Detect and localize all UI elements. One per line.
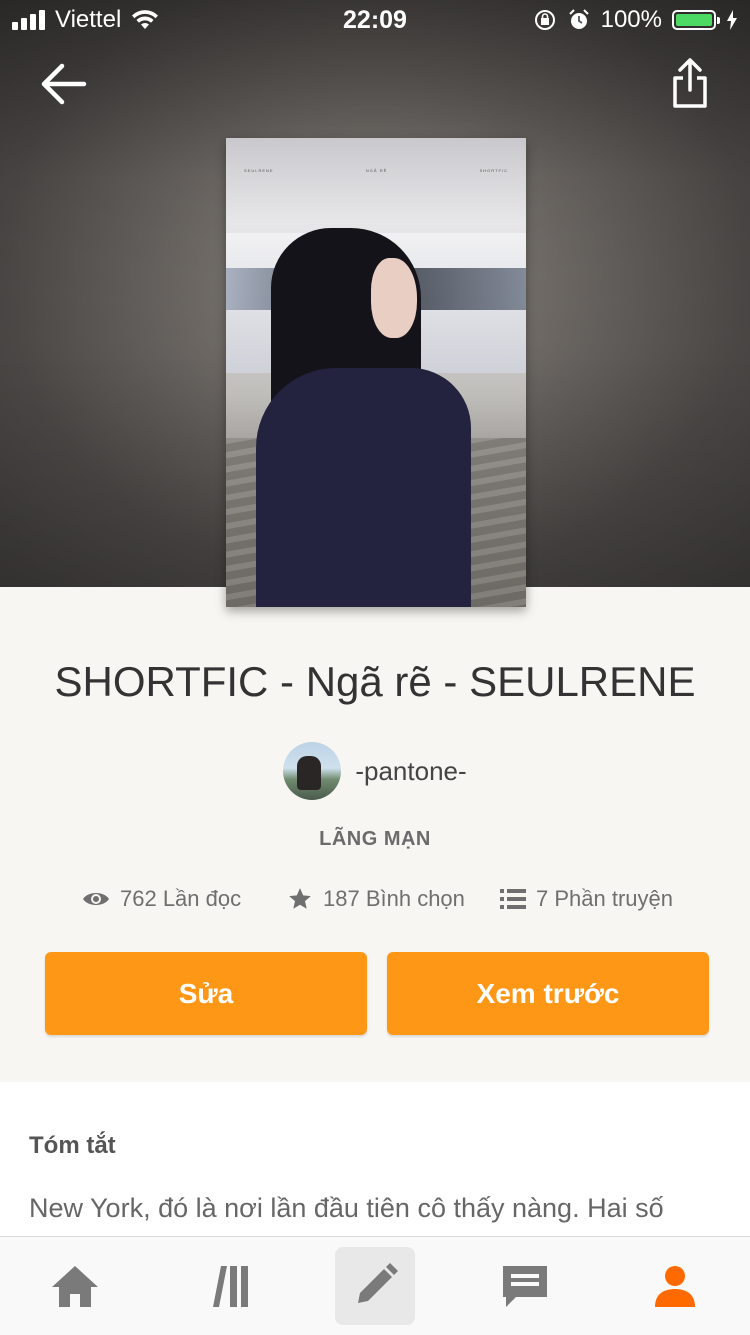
tab-bar: [0, 1236, 750, 1335]
tab-profile[interactable]: [635, 1247, 715, 1325]
summary-text[interactable]: New York, đó là nơi lần đầu tiên cô thấy…: [29, 1186, 729, 1230]
battery-icon: [672, 10, 720, 30]
back-arrow-icon: [41, 63, 87, 105]
eye-icon: [83, 893, 109, 905]
alarm-icon: [568, 9, 589, 29]
share-button[interactable]: [670, 56, 710, 112]
messages-icon: [503, 1266, 547, 1307]
list-icon: [500, 889, 526, 909]
preview-button[interactable]: Xem trước: [387, 952, 709, 1035]
summary-heading: Tóm tắt: [29, 1132, 116, 1159]
charging-icon: [727, 10, 737, 30]
genre-label[interactable]: LÃNG MẠN: [0, 828, 750, 851]
author-row[interactable]: -pantone-: [0, 742, 750, 800]
reads-count: 762 Lần đọc: [120, 886, 242, 911]
status-bar: Viettel 22:09 100%: [0, 0, 750, 40]
tab-library[interactable]: [186, 1247, 266, 1325]
write-icon: [358, 1263, 398, 1303]
votes-count: 187 Bình chọn: [323, 886, 465, 911]
tab-write[interactable]: [335, 1247, 415, 1325]
edit-button[interactable]: Sửa: [45, 952, 367, 1035]
summary-section: Tóm tắt New York, đó là nơi lần đầu tiên…: [0, 1082, 750, 1242]
tab-home[interactable]: [35, 1247, 115, 1325]
share-icon: [673, 58, 707, 108]
home-icon: [52, 1266, 98, 1307]
battery-percent: 100%: [600, 6, 662, 33]
avatar[interactable]: [283, 742, 342, 800]
story-title: SHORTFIC - Ngã rẽ - SEULRENE: [54, 658, 696, 705]
tab-messages[interactable]: [485, 1247, 565, 1325]
parts-count[interactable]: 7 Phần truyện: [536, 886, 673, 912]
cover-caption: SEULRENE NGÃ RẼ SHORTFIC: [244, 168, 508, 173]
reads-stat: 762 Lần đọc: [82, 886, 241, 912]
votes-stat: 187 Bình chọn: [287, 886, 465, 912]
story-cover-image[interactable]: SEULRENE NGÃ RẼ SHORTFIC: [226, 138, 526, 607]
author-name[interactable]: -pantone-: [355, 756, 466, 787]
parts-stat[interactable]: 7 Phần truyện: [500, 886, 673, 912]
library-icon: [213, 1266, 248, 1307]
orientation-lock-icon: [534, 10, 555, 30]
profile-icon: [655, 1266, 695, 1307]
story-stats: 762 Lần đọc 187 Bình chọn 7 Phần truyện: [0, 886, 750, 922]
back-button[interactable]: [38, 58, 90, 110]
star-icon: [289, 888, 311, 909]
